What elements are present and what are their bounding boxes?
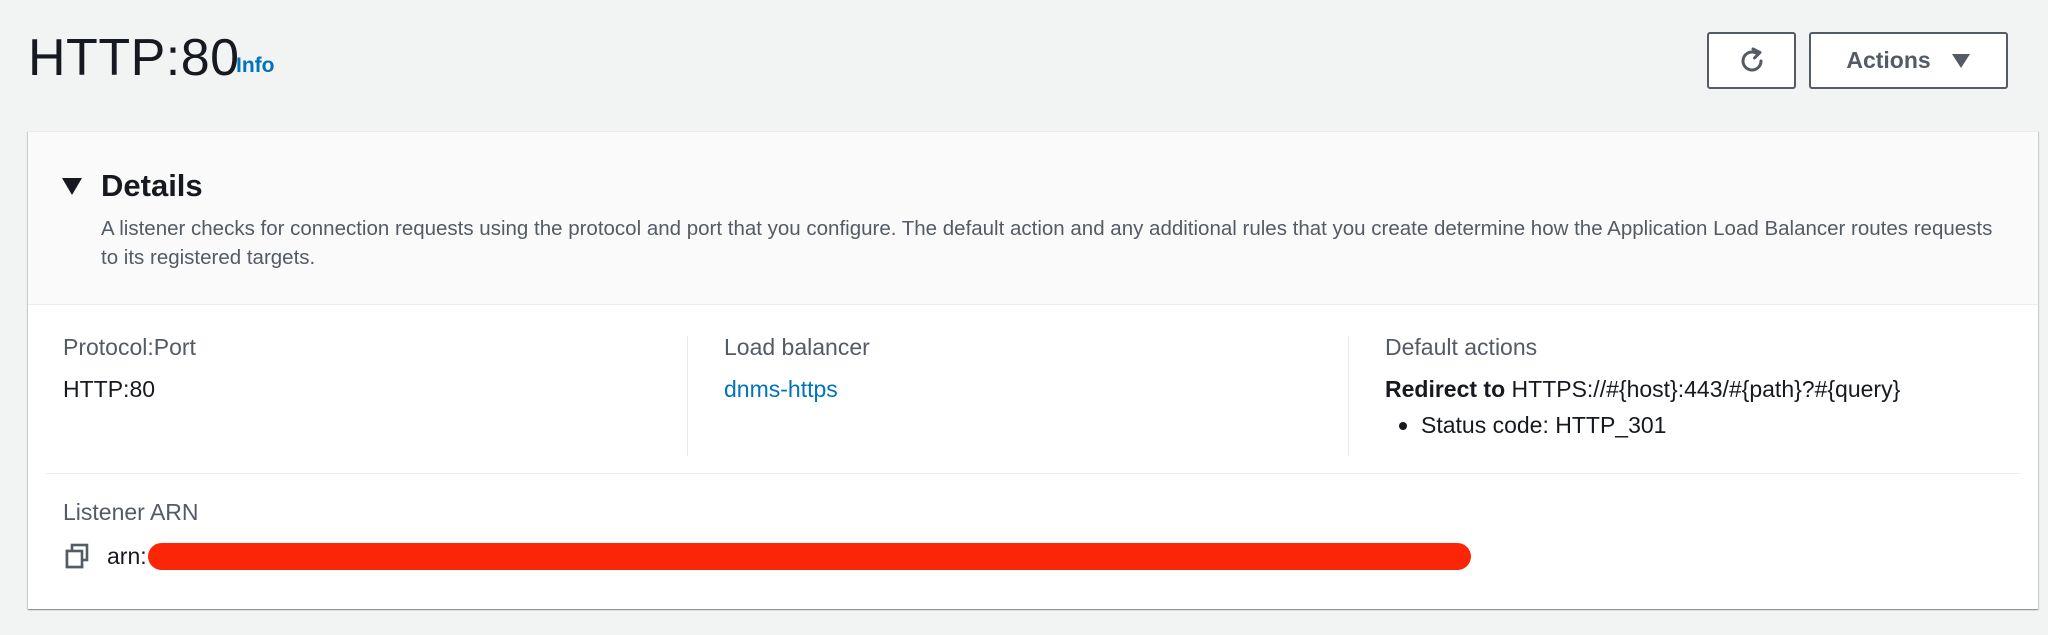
- redacted-arn: [147, 542, 1471, 570]
- actions-button[interactable]: Actions: [1809, 32, 2008, 89]
- arn-prefix: arn:: [107, 543, 147, 569]
- listener-arn-field: Listener ARN arn:: [63, 497, 1471, 571]
- details-header: Details A listener checks for connection…: [28, 132, 2038, 305]
- listener-arn-value: arn:: [63, 541, 1471, 571]
- copy-icon[interactable]: [63, 542, 91, 570]
- protocol-port-label: Protocol:Port: [63, 334, 196, 360]
- protocol-port-field: Protocol:Port HTTP:80: [63, 332, 703, 482]
- row-divider: [46, 473, 2020, 474]
- load-balancer-link[interactable]: dnms-https: [724, 374, 838, 404]
- refresh-button[interactable]: [1707, 32, 1796, 89]
- page-title: HTTP:80: [28, 29, 240, 87]
- action-detail-list: Status code: HTTP_301: [1385, 410, 2025, 440]
- column-divider: [687, 336, 688, 456]
- load-balancer-label: Load balancer: [724, 334, 870, 360]
- details-title[interactable]: Details: [101, 168, 203, 204]
- default-actions-field: Default actions Redirect to HTTPS://#{ho…: [1385, 332, 2025, 482]
- details-panel: Details A listener checks for connection…: [28, 131, 2038, 609]
- caret-down-icon: [1951, 53, 1970, 68]
- load-balancer-field: Load balancer dnms-https: [724, 332, 1344, 482]
- details-description: A listener checks for connection request…: [101, 217, 1993, 269]
- redirect-target: HTTPS://#{host}:443/#{path}?#{query}: [1511, 376, 1901, 402]
- listener-arn-label: Listener ARN: [63, 499, 199, 525]
- info-link[interactable]: Info: [236, 54, 274, 78]
- status-code-item: Status code: HTTP_301: [1385, 410, 2025, 440]
- page-header: HTTP:80 Info Actions: [28, 26, 2008, 90]
- redirect-label: Redirect to: [1385, 376, 1506, 402]
- column-divider: [1348, 336, 1349, 456]
- default-action-redirect: Redirect to HTTPS://#{host}:443/#{path}?…: [1385, 374, 2025, 404]
- caret-down-icon[interactable]: [62, 178, 82, 195]
- refresh-icon: [1741, 47, 1762, 71]
- default-actions-label: Default actions: [1385, 334, 1538, 360]
- protocol-port-value: HTTP:80: [63, 376, 156, 402]
- actions-label: Actions: [1846, 47, 1931, 73]
